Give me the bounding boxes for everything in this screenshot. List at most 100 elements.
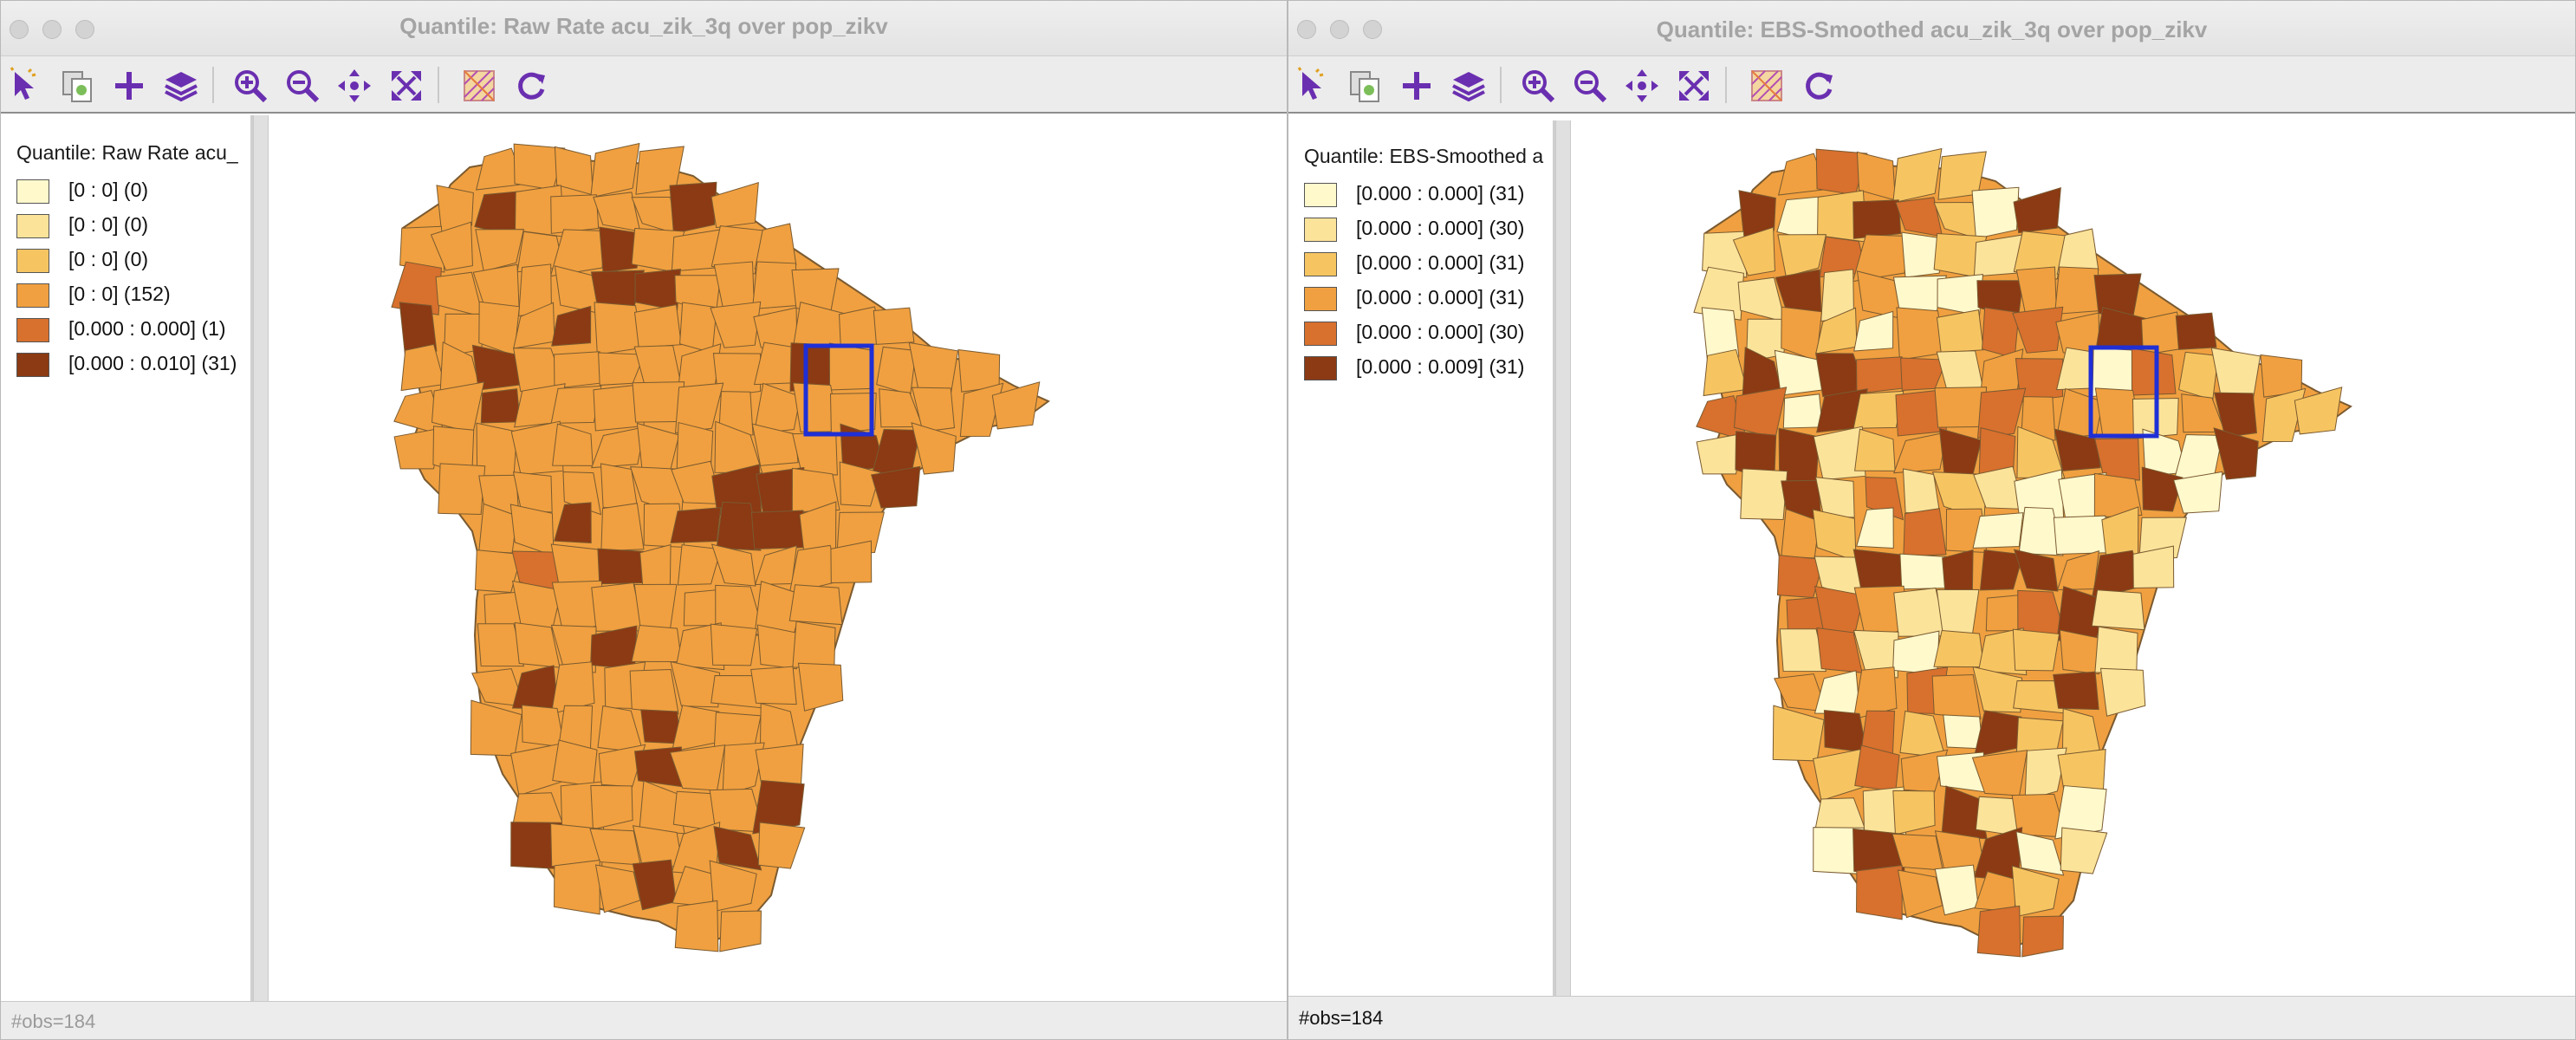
municipality-polygon[interactable]: [550, 194, 600, 234]
pane-splitter[interactable]: [253, 115, 269, 1001]
municipality-polygon[interactable]: [792, 621, 836, 669]
municipality-polygon[interactable]: [1976, 905, 2021, 958]
municipality-polygon[interactable]: [640, 709, 681, 744]
observation-count: #obs=184: [1299, 1007, 1384, 1029]
municipality-polygon[interactable]: [2175, 312, 2217, 350]
ebs-smoothed-map-window: Quantile: EBS-Smoothed acu_zik_3q over p…: [1288, 0, 2576, 1040]
municipality-polygon[interactable]: [2053, 515, 2107, 555]
municipality-polygon[interactable]: [2091, 589, 2145, 631]
municipality-polygon[interactable]: [633, 583, 678, 631]
municipality-polygon[interactable]: [1972, 512, 2024, 549]
zoom-in-icon[interactable]: [231, 67, 269, 105]
title-bar[interactable]: Quantile: EBS-Smoothed acu_zik_3q over p…: [1288, 1, 2575, 56]
municipality-polygon[interactable]: [480, 388, 521, 424]
municipality-polygon[interactable]: [2094, 626, 2138, 674]
municipality-polygon[interactable]: [639, 543, 672, 590]
raw-rate-map-window: Quantile: Raw Rate acu_zik_3q over pop_z…: [0, 0, 1288, 1040]
municipality-polygon[interactable]: [710, 623, 758, 666]
municipality-polygon[interactable]: [1823, 710, 1867, 753]
copy-image-icon[interactable]: [1346, 67, 1384, 105]
municipality-polygon[interactable]: [2012, 628, 2060, 672]
legend-pane: Quantile: EBS-Smoothed a [0.000 : 0.000]…: [1288, 120, 1555, 998]
municipality-polygon[interactable]: [1782, 393, 1823, 429]
municipality-polygon[interactable]: [750, 666, 797, 705]
municipality-polygon[interactable]: [2060, 827, 2108, 874]
municipality-polygon[interactable]: [2099, 667, 2146, 717]
municipality-polygon[interactable]: [873, 307, 915, 345]
municipality-polygon[interactable]: [554, 351, 606, 389]
municipality-polygon[interactable]: [2131, 348, 2177, 396]
municipality-polygon[interactable]: [631, 624, 683, 663]
municipality-polygon[interactable]: [600, 503, 645, 552]
select-pointer-icon[interactable]: [6, 67, 44, 105]
municipality-polygon[interactable]: [711, 181, 759, 229]
municipality-polygon[interactable]: [683, 588, 720, 627]
municipality-polygon[interactable]: [828, 342, 874, 391]
municipality-polygon[interactable]: [1943, 714, 1983, 750]
select-pointer-icon[interactable]: [1294, 67, 1332, 105]
zoom-out-icon[interactable]: [1571, 67, 1609, 105]
municipality-polygon[interactable]: [438, 463, 486, 515]
municipality-polygon[interactable]: [719, 910, 762, 952]
refresh-icon[interactable]: [512, 67, 550, 105]
municipality-polygon[interactable]: [2013, 186, 2061, 234]
municipality-polygon[interactable]: [554, 859, 600, 915]
municipality-polygon[interactable]: [1933, 629, 1985, 668]
municipality-polygon[interactable]: [669, 181, 717, 234]
municipality-polygon[interactable]: [1936, 309, 1984, 354]
municipality-polygon[interactable]: [2053, 671, 2099, 711]
municipality-polygon[interactable]: [670, 507, 722, 543]
municipality-polygon[interactable]: [597, 548, 646, 585]
municipality-polygon[interactable]: [1856, 356, 1908, 394]
legend-label: [0 : 0] (0): [68, 213, 149, 236]
map-canvas[interactable]: [1571, 120, 2576, 998]
fit-extent-icon[interactable]: [1675, 67, 1713, 105]
municipality-polygon[interactable]: [1931, 673, 1982, 720]
municipality-polygon[interactable]: [829, 392, 877, 434]
add-icon[interactable]: [110, 67, 148, 105]
zoom-out-icon[interactable]: [283, 67, 321, 105]
municipality-polygon[interactable]: [1985, 594, 2022, 632]
layers-icon[interactable]: [162, 67, 200, 105]
map-canvas[interactable]: [269, 115, 1288, 1001]
layers-icon[interactable]: [1450, 67, 1488, 105]
municipality-polygon[interactable]: [1899, 553, 1948, 590]
legend-label: [0 : 0] (152): [68, 283, 171, 305]
municipality-polygon[interactable]: [1853, 199, 1902, 239]
legend-swatch: [1304, 218, 1337, 242]
legend-label: [0.000 : 0.000] (1): [68, 317, 226, 340]
municipality-polygon[interactable]: [1903, 508, 1947, 557]
municipality-polygon[interactable]: [797, 662, 844, 712]
municipality-polygon[interactable]: [750, 510, 805, 549]
zoom-in-icon[interactable]: [1519, 67, 1557, 105]
pan-icon[interactable]: [335, 67, 373, 105]
pan-icon[interactable]: [1623, 67, 1661, 105]
municipality-polygon[interactable]: [1942, 549, 1974, 595]
municipality-polygon[interactable]: [2021, 915, 2064, 958]
municipality-polygon[interactable]: [757, 822, 806, 869]
municipality-polygon[interactable]: [1936, 588, 1980, 636]
map-theme-icon[interactable]: [1748, 67, 1786, 105]
title-bar[interactable]: Quantile: Raw Rate acu_zik_3q over pop_z…: [1, 1, 1287, 56]
map-theme-icon[interactable]: [460, 67, 498, 105]
municipality-polygon[interactable]: [521, 705, 565, 748]
legend-swatch: [16, 214, 49, 238]
municipality-polygon[interactable]: [674, 900, 719, 952]
choropleth-map[interactable]: [1571, 120, 2576, 998]
pane-splitter[interactable]: [1555, 120, 1571, 998]
copy-image-icon[interactable]: [58, 67, 96, 105]
toolbar-separator: [1500, 67, 1502, 103]
legend-title: Quantile: Raw Rate acu_: [16, 141, 238, 164]
legend-swatch: [16, 283, 49, 308]
municipality-polygon[interactable]: [1971, 186, 2020, 239]
municipality-polygon[interactable]: [629, 668, 679, 715]
fit-extent-icon[interactable]: [387, 67, 425, 105]
choropleth-map[interactable]: [269, 115, 1288, 1001]
municipality-polygon[interactable]: [788, 584, 843, 626]
refresh-icon[interactable]: [1800, 67, 1838, 105]
municipality-polygon[interactable]: [633, 304, 682, 348]
municipality-polygon[interactable]: [1856, 864, 1903, 920]
add-icon[interactable]: [1398, 67, 1436, 105]
municipality-polygon[interactable]: [1740, 468, 1788, 520]
legend-swatch: [16, 179, 49, 204]
